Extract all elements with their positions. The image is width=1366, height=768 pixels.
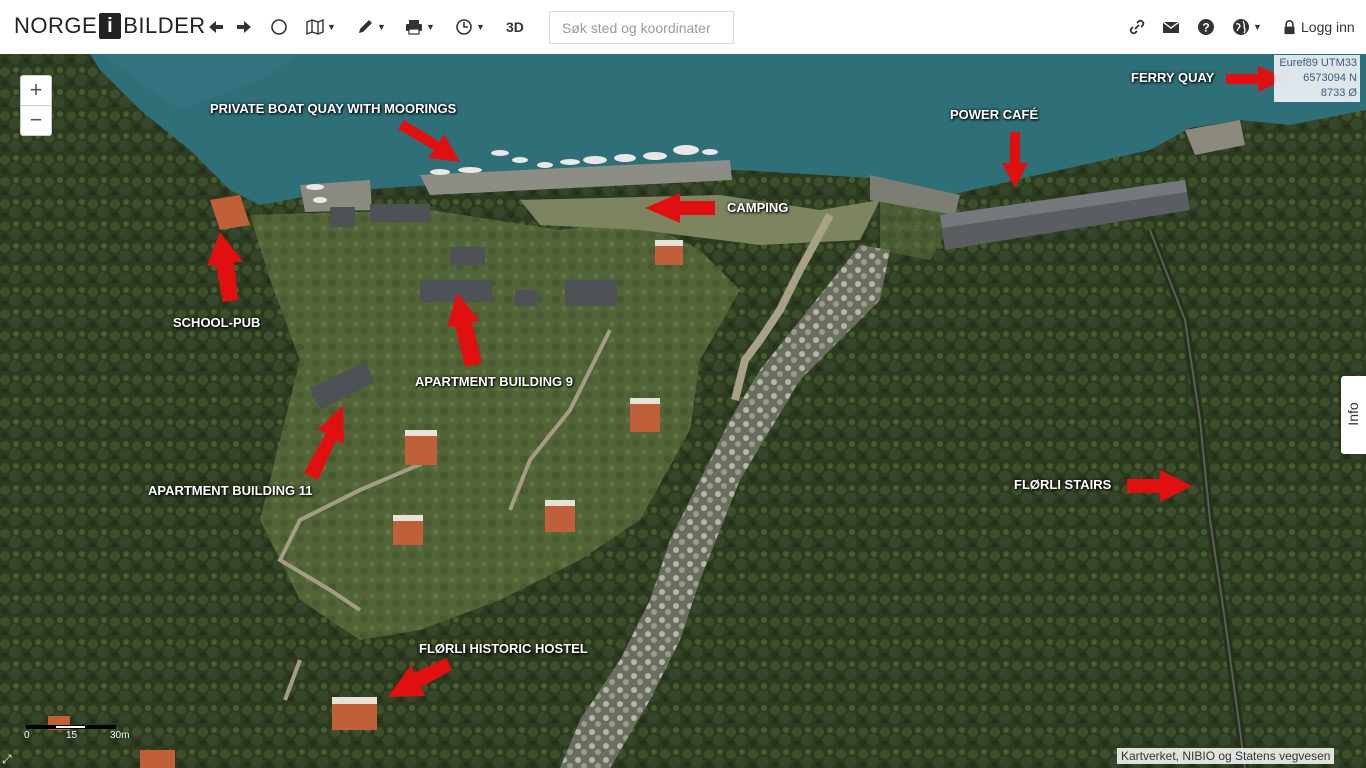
print-button[interactable]: ▼ [405,15,435,39]
label-historic-hostel: FLØRLI HISTORIC HOSTEL [419,641,588,656]
aerial-photo [0,54,1366,768]
coordinate-readout: Euref89 UTM33 6573094 N 8733 Ø [1274,55,1360,102]
mail-icon [1162,21,1180,33]
draw-button[interactable]: ▼ [356,15,386,39]
home-extent-button[interactable] [270,15,288,39]
label-private-boat-quay: PRIVATE BOAT QUAY WITH MOORINGS [210,101,457,116]
label-camping: CAMPING [727,200,789,215]
circle-icon [271,19,287,35]
3d-button[interactable]: 3D [506,15,524,39]
help-button[interactable]: ? [1197,15,1215,39]
chevron-down-icon: ▼ [1253,22,1262,32]
coordinate-system: Euref89 UTM33 [1279,57,1357,69]
scale-label-end: 30m [110,730,130,741]
scale-label-mid: 15 [66,730,78,741]
logo-text-left: NORGE [14,13,98,38]
forward-arrow-icon [237,21,251,33]
label-ferry-quay: FERRY QUAY [1131,70,1215,85]
back-button[interactable] [207,15,225,39]
share-link-button[interactable] [1128,15,1146,39]
time-button[interactable]: ▼ [455,15,485,39]
map-icon [306,18,324,36]
language-button[interactable]: ▼ [1232,15,1262,39]
coordinate-east: 8733 Ø [1320,87,1357,99]
clock-icon [456,19,472,35]
lock-icon [1284,19,1295,34]
info-panel-tab[interactable]: Info [1341,376,1366,454]
search-input[interactable] [549,11,734,44]
zoom-in-button[interactable]: + [20,75,52,106]
back-arrow-icon [209,21,223,33]
link-icon [1129,19,1145,35]
coordinate-north: 6573094 N [1303,72,1357,84]
map-layers-button[interactable]: ▼ [306,15,336,39]
label-apartment-11: APARTMENT BUILDING 11 [148,483,313,498]
chevron-down-icon: ▼ [476,22,485,32]
login-label: Logg inn [1301,19,1355,35]
zoom-out-button[interactable]: − [20,105,52,136]
help-icon: ? [1198,19,1214,35]
chevron-down-icon: ▼ [377,22,386,32]
scale-label-start: 0 [24,730,30,741]
norgeibilder-logo[interactable]: NORGE i BILDER [14,13,206,39]
info-tab-label: Info [1345,402,1361,426]
scale-bar-graphic [26,725,116,729]
globe-icon [1233,19,1249,35]
scale-bar: 0 15 30m [24,722,134,762]
aerial-map[interactable]: + − FERRY QUAY PRIVATE BOAT QUAY WITH MO… [0,54,1366,768]
svg-text:?: ? [1202,21,1209,35]
expand-icon[interactable]: ⤢ [2,752,16,766]
label-power-cafe: POWER CAFÉ [950,107,1039,122]
login-button[interactable]: Logg inn [1282,15,1355,39]
logo-text-right: BILDER [123,13,206,38]
pencil-icon [359,20,372,33]
mail-button[interactable] [1162,15,1180,39]
forward-button[interactable] [235,15,253,39]
top-toolbar: NORGE i BILDER ▼ ▼ ▼ ▼ 3D ? ▼ [0,0,1366,54]
label-florli-stairs: FLØRLI STAIRS [1014,477,1112,492]
label-school-pub: SCHOOL-PUB [173,315,261,330]
chevron-down-icon: ▼ [426,22,435,32]
chevron-down-icon: ▼ [327,22,336,32]
print-icon [406,20,422,35]
map-attribution: Kartverket, NIBIO og Statens vegvesen [1117,748,1335,764]
logo-box: i [99,13,122,39]
label-apartment-9: APARTMENT BUILDING 9 [415,374,573,389]
